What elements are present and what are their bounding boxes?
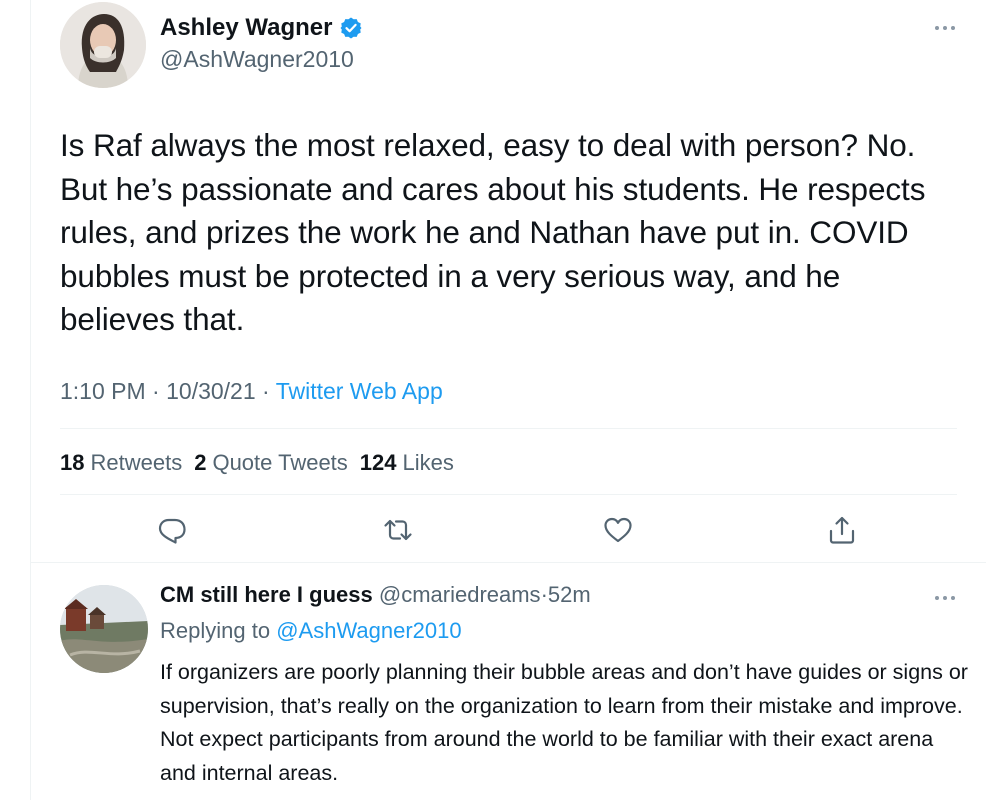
replying-to-mention[interactable]: @AshWagner2010	[276, 618, 461, 643]
like-icon[interactable]	[602, 514, 634, 546]
likes-count: 124	[359, 450, 397, 475]
reply-author-avatar[interactable]	[60, 585, 148, 673]
author-name-text[interactable]: Ashley Wagner	[160, 14, 333, 42]
quotes-label: Quote Tweets	[212, 450, 348, 475]
retweets-count: 18	[60, 450, 85, 475]
column-border	[30, 0, 31, 800]
retweet-icon[interactable]	[382, 514, 414, 546]
more-options-icon[interactable]	[930, 18, 960, 38]
likes-label: Likes	[402, 450, 454, 475]
meta-separator: ·	[152, 378, 160, 404]
author-name[interactable]: Ashley Wagner	[160, 14, 363, 42]
quotes-count: 2	[194, 450, 207, 475]
retweets-label: Retweets	[90, 450, 183, 475]
reply-author-name[interactable]: CM still here I guess	[160, 582, 373, 607]
retweets-stat[interactable]: 18 Retweets	[60, 450, 182, 476]
engagement-stats: 18 Retweets 2 Quote Tweets 124 Likes	[60, 450, 454, 476]
reply-separator: ·	[540, 582, 548, 607]
section-divider	[30, 562, 986, 563]
replying-to-label: Replying to	[160, 618, 271, 643]
reply-author-handle[interactable]: @cmariedreams	[379, 582, 541, 607]
divider	[60, 494, 957, 495]
reply-time[interactable]: 52m	[548, 582, 591, 607]
divider	[60, 428, 957, 429]
tweet-date[interactable]: 10/30/21	[166, 378, 256, 404]
reply-text: If organizers are poorly planning their …	[160, 660, 968, 785]
author-handle[interactable]: @AshWagner2010	[160, 46, 354, 73]
tweet-detail-page: Ashley Wagner @AshWagner2010 Is Raf alwa…	[0, 0, 986, 800]
tweet-time[interactable]: 1:10 PM	[60, 378, 146, 404]
tweet-source-link[interactable]: Twitter Web App	[276, 378, 443, 404]
replying-to: Replying to @AshWagner2010	[160, 618, 462, 644]
reply-more-options-icon[interactable]	[930, 588, 960, 608]
tweet-text: Is Raf always the most relaxed, easy to …	[60, 127, 926, 337]
author-avatar[interactable]	[60, 2, 146, 88]
reply-header: CM still here I guess @cmariedreams·52m	[160, 582, 591, 608]
quote-tweets-stat[interactable]: 2 Quote Tweets	[194, 450, 348, 476]
verified-badge-icon	[339, 16, 363, 40]
tweet-meta: 1:10 PM · 10/30/21 · Twitter Web App	[60, 378, 443, 405]
share-icon[interactable]	[826, 514, 858, 546]
meta-separator: ·	[262, 378, 270, 404]
likes-stat[interactable]: 124 Likes	[360, 450, 454, 476]
reply-icon[interactable]	[156, 514, 188, 546]
